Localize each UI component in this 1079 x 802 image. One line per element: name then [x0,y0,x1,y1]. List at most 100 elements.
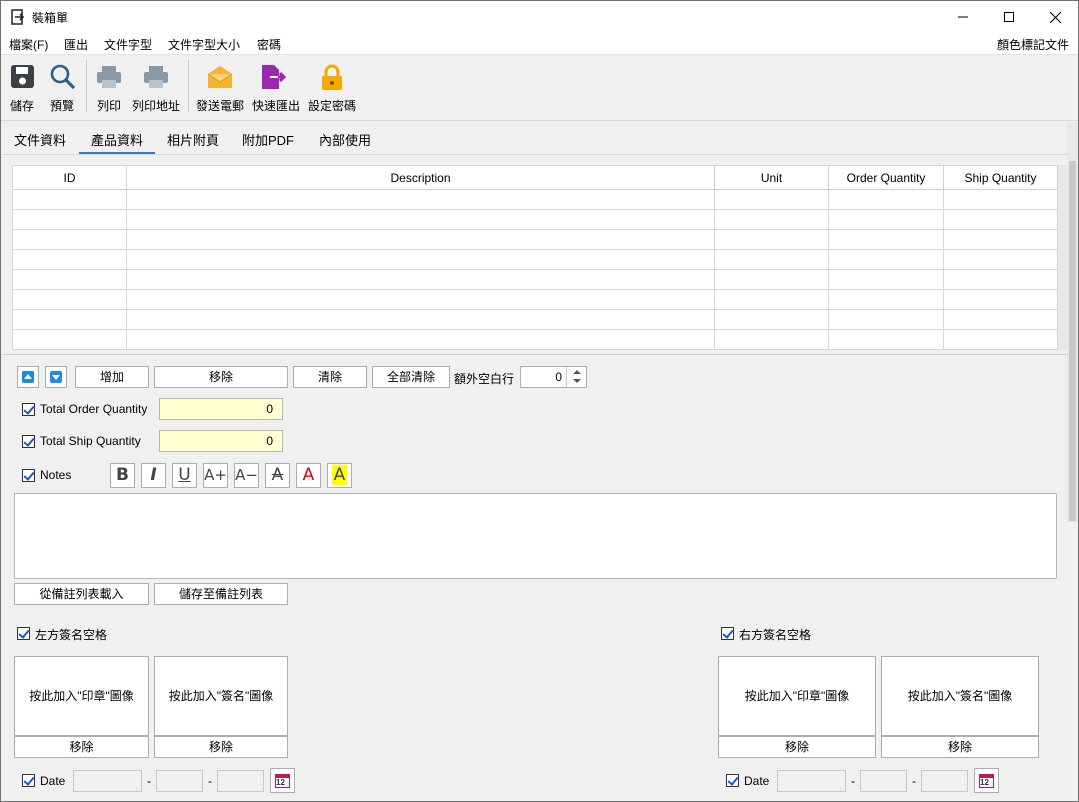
left-calendar-button[interactable]: 12 [270,768,295,793]
clear-row-button[interactable]: 清除 [293,366,367,388]
table-cell[interactable] [13,330,127,350]
right-remove-signature-button[interactable]: 移除 [881,736,1039,758]
table-cell[interactable] [127,270,715,290]
highlight-button[interactable]: A [327,463,352,488]
left-signature-checkbox[interactable] [17,627,30,640]
move-down-button[interactable] [45,366,67,388]
column-header-id[interactable]: ID [13,166,127,190]
left-add-stamp-button[interactable]: 按此加入"印章"圖像 [14,656,149,736]
panel-scrollbar-thumb[interactable] [1069,161,1076,521]
menu-file[interactable]: 檔案(F) [9,36,48,53]
table-cell[interactable] [13,190,127,210]
remove-row-button[interactable]: 移除 [154,366,288,388]
table-cell[interactable] [127,250,715,270]
product-table[interactable]: ID Description Unit Order Quantity Ship … [12,165,1058,350]
table-cell[interactable] [715,250,829,270]
table-cell[interactable] [127,330,715,350]
right-add-signature-button[interactable]: 按此加入"簽名"圖像 [881,656,1039,736]
table-cell[interactable] [829,290,944,310]
save-button[interactable]: 儲存 [5,56,39,118]
font-color-button[interactable]: A [296,463,321,488]
table-cell[interactable] [715,230,829,250]
column-header-unit[interactable]: Unit [715,166,829,190]
table-cell[interactable] [944,210,1058,230]
print-button[interactable]: 列印 [93,56,125,118]
total-ship-checkbox[interactable] [22,435,35,448]
table-cell[interactable] [944,250,1058,270]
right-add-stamp-button[interactable]: 按此加入"印章"圖像 [718,656,876,736]
increase-font-button[interactable]: A+ [203,463,228,488]
notes-textarea[interactable] [14,493,1057,579]
right-date-month-field[interactable] [860,770,907,792]
table-cell[interactable] [715,270,829,290]
table-cell[interactable] [13,210,127,230]
table-cell[interactable] [13,270,127,290]
table-cell[interactable] [13,310,127,330]
table-row[interactable] [13,210,1058,230]
left-date-month-field[interactable] [156,770,203,792]
table-row[interactable] [13,230,1058,250]
table-cell[interactable] [944,290,1058,310]
right-date-checkbox[interactable] [726,774,739,787]
table-cell[interactable] [715,310,829,330]
table-scrollbar[interactable] [1058,165,1067,350]
table-cell[interactable] [944,270,1058,290]
right-calendar-button[interactable]: 12 [974,768,999,793]
table-cell[interactable] [127,230,715,250]
left-add-signature-button[interactable]: 按此加入"簽名"圖像 [154,656,288,736]
set-password-button[interactable]: 設定密碼 [307,56,357,118]
left-date-checkbox[interactable] [22,774,35,787]
left-date-year-field[interactable] [73,770,142,792]
tab-photo-pages[interactable]: 相片附頁 [167,130,219,149]
left-remove-stamp-button[interactable]: 移除 [14,736,149,758]
strikethrough-button[interactable]: A [265,463,290,488]
column-header-description[interactable]: Description [127,166,715,190]
table-cell[interactable] [715,290,829,310]
left-date-day-field[interactable] [217,770,264,792]
table-cell[interactable] [829,250,944,270]
table-cell[interactable] [715,210,829,230]
underline-button[interactable]: U [172,463,197,488]
quick-export-button[interactable]: 快速匯出 [251,56,301,118]
tab-document-info[interactable]: 文件資料 [14,130,66,149]
table-cell[interactable] [13,250,127,270]
table-cell[interactable] [944,310,1058,330]
chevron-up-icon[interactable] [573,370,581,374]
chevron-down-icon[interactable] [573,379,581,383]
column-header-ship-quantity[interactable]: Ship Quantity [944,166,1058,190]
table-cell[interactable] [944,230,1058,250]
table-cell[interactable] [127,190,715,210]
close-button[interactable] [1032,1,1078,33]
stepper-arrows[interactable] [566,367,586,387]
minimize-button[interactable] [940,1,986,33]
table-cell[interactable] [829,270,944,290]
menu-document-font-size[interactable]: 文件字型大小 [168,36,240,53]
table-row[interactable] [13,270,1058,290]
table-cell[interactable] [829,330,944,350]
save-to-notes-list-button[interactable]: 儲存至備註列表 [154,583,288,605]
extra-blank-rows-stepper[interactable]: 0 [520,366,587,388]
total-order-checkbox[interactable] [22,403,35,416]
table-cell[interactable] [715,330,829,350]
decrease-font-button[interactable]: A− [234,463,259,488]
table-cell[interactable] [127,290,715,310]
table-cell[interactable] [829,210,944,230]
menu-color-tag-document[interactable]: 顏色標記文件 [997,36,1069,53]
move-up-button[interactable] [17,366,39,388]
tab-internal-use[interactable]: 內部使用 [319,130,371,149]
table-row[interactable] [13,310,1058,330]
add-row-button[interactable]: 增加 [75,366,149,388]
menu-document-font[interactable]: 文件字型 [104,36,152,53]
menu-password[interactable]: 密碼 [257,36,281,53]
table-cell[interactable] [829,310,944,330]
maximize-button[interactable] [986,1,1032,33]
right-signature-checkbox[interactable] [721,627,734,640]
tab-product-info[interactable]: 產品資料 [91,130,143,149]
right-remove-stamp-button[interactable]: 移除 [718,736,876,758]
left-remove-signature-button[interactable]: 移除 [154,736,288,758]
table-cell[interactable] [944,190,1058,210]
column-header-order-quantity[interactable]: Order Quantity [829,166,944,190]
italic-button[interactable]: I [141,463,166,488]
bold-button[interactable]: B [110,463,135,488]
print-address-button[interactable]: 列印地址 [131,56,181,118]
